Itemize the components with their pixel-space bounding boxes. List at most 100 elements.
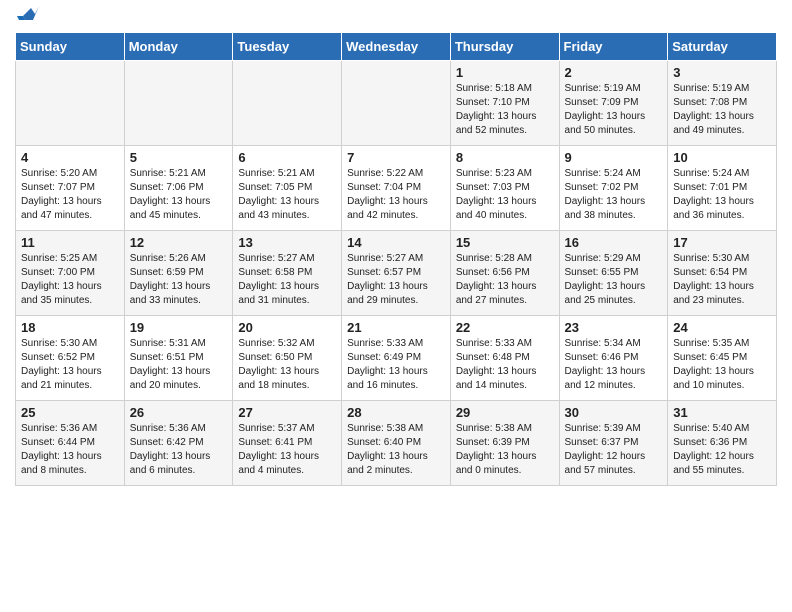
weekday-header-thursday: Thursday bbox=[450, 33, 559, 61]
day-number: 3 bbox=[673, 65, 771, 80]
calendar-cell: 18Sunrise: 5:30 AM Sunset: 6:52 PM Dayli… bbox=[16, 316, 125, 401]
day-number: 26 bbox=[130, 405, 228, 420]
calendar-cell: 11 Sunrise: 5:25 AM Sunset: 7:00 PM Dayli… bbox=[16, 231, 125, 316]
calendar-week-row: 18Sunrise: 5:30 AM Sunset: 6:52 PM Dayli… bbox=[16, 316, 777, 401]
day-detail: Sunrise: 5:23 AM Sunset: 7:03 PM Dayligh… bbox=[456, 167, 554, 223]
calendar-cell: 6Sunrise: 5:21 AM Sunset: 7:05 PM Daylig… bbox=[233, 146, 342, 231]
day-detail: Sunrise: 5:38 AM Sunset: 6:39 PM Dayligh… bbox=[456, 422, 554, 478]
calendar-cell: 13 Sunrise: 5:27 AM Sunset: 6:58 PM Dayli… bbox=[233, 231, 342, 316]
day-number: 6 bbox=[238, 150, 336, 165]
day-number: 28 bbox=[347, 405, 445, 420]
calendar-cell: 1 Sunrise: 5:18 AM Sunset: 7:10 PM Daylig… bbox=[450, 61, 559, 146]
calendar-cell: 30 Sunrise: 5:39 AM Sunset: 6:37 PM Dayli… bbox=[559, 401, 668, 486]
day-detail: Sunrise: 5:36 AM Sunset: 6:42 PM Dayligh… bbox=[130, 422, 228, 478]
day-number: 10 bbox=[673, 150, 771, 165]
day-detail: Sunrise: 5:28 AM Sunset: 6:56 PM Dayligh… bbox=[456, 252, 554, 308]
calendar-cell: 16 Sunrise: 5:29 AM Sunset: 6:55 PM Dayli… bbox=[559, 231, 668, 316]
calendar-table: SundayMondayTuesdayWednesdayThursdayFrid… bbox=[15, 32, 777, 486]
calendar-cell: 10 Sunrise: 5:24 AM Sunset: 7:01 PM Dayli… bbox=[668, 146, 777, 231]
day-number: 25 bbox=[21, 405, 119, 420]
day-detail: Sunrise: 5:31 AM Sunset: 6:51 PM Dayligh… bbox=[130, 337, 228, 393]
day-detail: Sunrise: 5:25 AM Sunset: 7:00 PM Dayligh… bbox=[21, 252, 119, 308]
day-number: 20 bbox=[238, 320, 336, 335]
day-detail: Sunrise: 5:19 AM Sunset: 7:08 PM Dayligh… bbox=[673, 82, 771, 138]
calendar-cell: 31 Sunrise: 5:40 AM Sunset: 6:36 PM Dayli… bbox=[668, 401, 777, 486]
weekday-header-tuesday: Tuesday bbox=[233, 33, 342, 61]
day-number: 9 bbox=[565, 150, 663, 165]
calendar-cell: 4 Sunrise: 5:20 AM Sunset: 7:07 PM Daylig… bbox=[16, 146, 125, 231]
day-number: 19 bbox=[130, 320, 228, 335]
calendar-cell: 15 Sunrise: 5:28 AM Sunset: 6:56 PM Dayli… bbox=[450, 231, 559, 316]
day-detail: Sunrise: 5:22 AM Sunset: 7:04 PM Dayligh… bbox=[347, 167, 445, 223]
day-detail: Sunrise: 5:34 AM Sunset: 6:46 PM Dayligh… bbox=[565, 337, 663, 393]
weekday-header-saturday: Saturday bbox=[668, 33, 777, 61]
calendar-cell: 8Sunrise: 5:23 AM Sunset: 7:03 PM Daylig… bbox=[450, 146, 559, 231]
calendar-cell: 24Sunrise: 5:35 AM Sunset: 6:45 PM Dayli… bbox=[668, 316, 777, 401]
calendar-cell: 25 Sunrise: 5:36 AM Sunset: 6:44 PM Dayli… bbox=[16, 401, 125, 486]
day-number: 31 bbox=[673, 405, 771, 420]
calendar-cell bbox=[124, 61, 233, 146]
day-number: 15 bbox=[456, 235, 554, 250]
calendar-cell: 7 Sunrise: 5:22 AM Sunset: 7:04 PM Daylig… bbox=[342, 146, 451, 231]
calendar-cell: 22Sunrise: 5:33 AM Sunset: 6:48 PM Dayli… bbox=[450, 316, 559, 401]
calendar-cell: 14 Sunrise: 5:27 AM Sunset: 6:57 PM Dayli… bbox=[342, 231, 451, 316]
day-detail: Sunrise: 5:26 AM Sunset: 6:59 PM Dayligh… bbox=[130, 252, 228, 308]
day-detail: Sunrise: 5:24 AM Sunset: 7:01 PM Dayligh… bbox=[673, 167, 771, 223]
day-detail: Sunrise: 5:24 AM Sunset: 7:02 PM Dayligh… bbox=[565, 167, 663, 223]
day-detail: Sunrise: 5:21 AM Sunset: 7:06 PM Dayligh… bbox=[130, 167, 228, 223]
calendar-cell: 21 Sunrise: 5:33 AM Sunset: 6:49 PM Dayli… bbox=[342, 316, 451, 401]
day-number: 2 bbox=[565, 65, 663, 80]
day-detail: Sunrise: 5:19 AM Sunset: 7:09 PM Dayligh… bbox=[565, 82, 663, 138]
day-detail: Sunrise: 5:39 AM Sunset: 6:37 PM Dayligh… bbox=[565, 422, 663, 478]
day-detail: Sunrise: 5:20 AM Sunset: 7:07 PM Dayligh… bbox=[21, 167, 119, 223]
weekday-header-monday: Monday bbox=[124, 33, 233, 61]
calendar-cell: 12 Sunrise: 5:26 AM Sunset: 6:59 PM Dayli… bbox=[124, 231, 233, 316]
day-detail: Sunrise: 5:33 AM Sunset: 6:48 PM Dayligh… bbox=[456, 337, 554, 393]
day-detail: Sunrise: 5:36 AM Sunset: 6:44 PM Dayligh… bbox=[21, 422, 119, 478]
day-detail: Sunrise: 5:30 AM Sunset: 6:54 PM Dayligh… bbox=[673, 252, 771, 308]
day-number: 5 bbox=[130, 150, 228, 165]
day-number: 4 bbox=[21, 150, 119, 165]
calendar-week-row: 4 Sunrise: 5:20 AM Sunset: 7:07 PM Daylig… bbox=[16, 146, 777, 231]
day-number: 13 bbox=[238, 235, 336, 250]
day-detail: Sunrise: 5:33 AM Sunset: 6:49 PM Dayligh… bbox=[347, 337, 445, 393]
calendar-cell bbox=[233, 61, 342, 146]
day-number: 12 bbox=[130, 235, 228, 250]
day-number: 1 bbox=[456, 65, 554, 80]
day-detail: Sunrise: 5:30 AM Sunset: 6:52 PM Dayligh… bbox=[21, 337, 119, 393]
calendar-cell: 20Sunrise: 5:32 AM Sunset: 6:50 PM Dayli… bbox=[233, 316, 342, 401]
day-detail: Sunrise: 5:27 AM Sunset: 6:57 PM Dayligh… bbox=[347, 252, 445, 308]
calendar-week-row: 25 Sunrise: 5:36 AM Sunset: 6:44 PM Dayli… bbox=[16, 401, 777, 486]
calendar-cell: 26 Sunrise: 5:36 AM Sunset: 6:42 PM Dayli… bbox=[124, 401, 233, 486]
logo-bird-icon bbox=[17, 6, 39, 24]
day-number: 27 bbox=[238, 405, 336, 420]
day-number: 30 bbox=[565, 405, 663, 420]
calendar-cell: 5 Sunrise: 5:21 AM Sunset: 7:06 PM Daylig… bbox=[124, 146, 233, 231]
day-number: 14 bbox=[347, 235, 445, 250]
calendar-week-row: 1 Sunrise: 5:18 AM Sunset: 7:10 PM Daylig… bbox=[16, 61, 777, 146]
day-number: 16 bbox=[565, 235, 663, 250]
day-number: 17 bbox=[673, 235, 771, 250]
day-detail: Sunrise: 5:38 AM Sunset: 6:40 PM Dayligh… bbox=[347, 422, 445, 478]
calendar-cell: 29Sunrise: 5:38 AM Sunset: 6:39 PM Dayli… bbox=[450, 401, 559, 486]
calendar-week-row: 11 Sunrise: 5:25 AM Sunset: 7:00 PM Dayli… bbox=[16, 231, 777, 316]
calendar-cell: 19 Sunrise: 5:31 AM Sunset: 6:51 PM Dayli… bbox=[124, 316, 233, 401]
calendar-cell: 28 Sunrise: 5:38 AM Sunset: 6:40 PM Dayli… bbox=[342, 401, 451, 486]
calendar-header-row: SundayMondayTuesdayWednesdayThursdayFrid… bbox=[16, 33, 777, 61]
day-number: 21 bbox=[347, 320, 445, 335]
day-detail: Sunrise: 5:40 AM Sunset: 6:36 PM Dayligh… bbox=[673, 422, 771, 478]
day-detail: Sunrise: 5:18 AM Sunset: 7:10 PM Dayligh… bbox=[456, 82, 554, 138]
day-detail: Sunrise: 5:27 AM Sunset: 6:58 PM Dayligh… bbox=[238, 252, 336, 308]
calendar-cell: 17 Sunrise: 5:30 AM Sunset: 6:54 PM Dayli… bbox=[668, 231, 777, 316]
logo bbox=[15, 10, 39, 24]
calendar-cell: 9 Sunrise: 5:24 AM Sunset: 7:02 PM Daylig… bbox=[559, 146, 668, 231]
weekday-header-wednesday: Wednesday bbox=[342, 33, 451, 61]
header bbox=[15, 10, 777, 24]
day-number: 23 bbox=[565, 320, 663, 335]
weekday-header-sunday: Sunday bbox=[16, 33, 125, 61]
day-number: 7 bbox=[347, 150, 445, 165]
day-number: 11 bbox=[21, 235, 119, 250]
calendar-cell: 27Sunrise: 5:37 AM Sunset: 6:41 PM Dayli… bbox=[233, 401, 342, 486]
day-detail: Sunrise: 5:29 AM Sunset: 6:55 PM Dayligh… bbox=[565, 252, 663, 308]
day-number: 24 bbox=[673, 320, 771, 335]
